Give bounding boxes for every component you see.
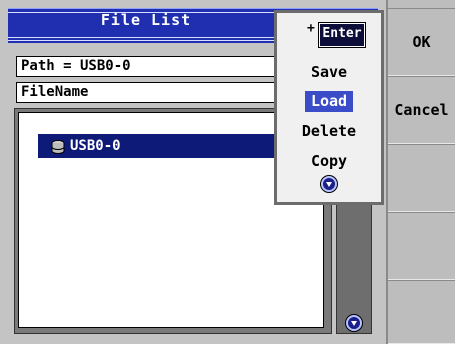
filename-column-header[interactable]: FileName — [16, 82, 286, 103]
softkey-5[interactable] — [388, 280, 455, 344]
scroll-down-icon[interactable] — [346, 315, 362, 331]
enter-key-icon[interactable]: Enter — [319, 23, 365, 47]
menu-more-down-icon[interactable] — [321, 176, 337, 192]
path-field: Path = USB0-0 — [16, 56, 286, 77]
menu-item-delete[interactable]: Delete — [277, 121, 381, 141]
enter-plus-label: + — [307, 21, 315, 36]
softkey-3[interactable] — [388, 144, 455, 212]
list-item-label: USB0-0 — [70, 138, 121, 154]
menu-item-copy[interactable]: Copy — [277, 151, 381, 171]
menu-item-load[interactable]: Load — [305, 91, 353, 112]
list-item[interactable]: USB0-0 — [38, 134, 278, 158]
dialog-title: File List — [100, 11, 192, 29]
ok-button[interactable]: OK — [388, 8, 455, 76]
softkey-panel: OK Cancel — [386, 0, 455, 344]
menu-item-save[interactable]: Save — [277, 62, 381, 82]
drive-icon — [50, 139, 66, 163]
softkey-4[interactable] — [388, 212, 455, 280]
file-operation-menu: + Enter Save Load Delete Copy — [274, 10, 384, 205]
cancel-button[interactable]: Cancel — [388, 76, 455, 144]
menu-item-load-highlight: Load — [305, 91, 353, 112]
